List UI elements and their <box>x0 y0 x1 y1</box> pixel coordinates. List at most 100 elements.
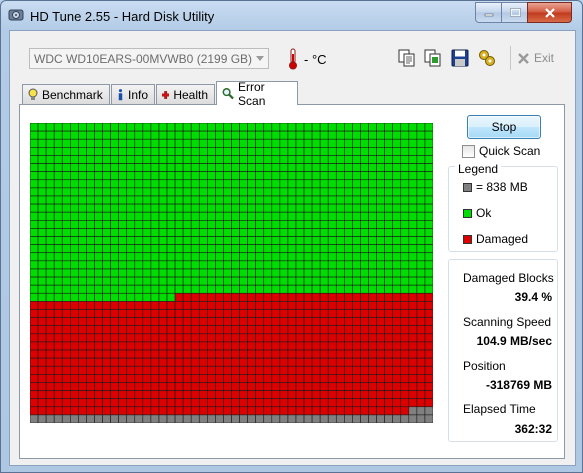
scan-block <box>424 220 433 229</box>
scan-block <box>207 163 216 172</box>
scan-block <box>142 244 152 254</box>
scan-block <box>174 365 184 375</box>
legend-label: = 838 MB <box>476 180 528 194</box>
scan-block <box>295 309 305 318</box>
scan-block <box>69 195 79 205</box>
scan-block <box>215 365 224 375</box>
scan-block <box>239 187 248 197</box>
health-cross-icon <box>162 90 170 99</box>
scan-block <box>215 301 224 310</box>
scan-block <box>327 252 337 262</box>
scan-block <box>287 374 297 383</box>
scan-block <box>392 309 402 318</box>
scan-block <box>86 317 95 326</box>
scan-block <box>78 260 87 270</box>
scan-block <box>126 357 136 367</box>
scan-block <box>110 171 119 181</box>
scan-block <box>134 211 144 221</box>
scan-block <box>255 228 265 237</box>
scanning-speed-value: 104.9 MB/sec <box>476 334 552 348</box>
quick-scan-checkbox[interactable]: Quick Scan <box>462 144 540 158</box>
scan-block <box>110 341 119 351</box>
scan-block <box>352 390 361 399</box>
scan-block <box>255 220 265 229</box>
minimize-button[interactable] <box>475 2 503 23</box>
scan-block <box>231 398 240 408</box>
scan-block <box>247 284 256 294</box>
tab-benchmark[interactable]: Benchmark <box>22 84 110 104</box>
scan-block <box>287 252 297 262</box>
scan-block <box>190 211 200 221</box>
scan-block <box>360 357 369 367</box>
scan-block <box>231 220 240 229</box>
scan-block <box>94 203 103 213</box>
scan-block <box>247 252 256 262</box>
scan-block <box>247 268 256 278</box>
scan-block <box>311 382 321 391</box>
save-icon[interactable] <box>451 49 469 67</box>
scan-block <box>110 284 119 294</box>
tab-health[interactable]: Health <box>156 84 215 104</box>
scan-block <box>198 390 208 399</box>
scan-block <box>360 398 369 408</box>
scan-block <box>158 252 168 262</box>
scan-block <box>94 220 103 229</box>
scan-block <box>247 341 256 351</box>
scan-block <box>190 333 200 343</box>
scan-block <box>295 260 305 270</box>
scan-block <box>287 138 297 148</box>
exit-button[interactable]: Exit <box>517 51 554 65</box>
scan-block <box>45 284 55 294</box>
close-button[interactable] <box>527 2 572 23</box>
scan-block <box>400 203 410 213</box>
scan-block <box>102 284 111 294</box>
scan-block <box>142 187 152 197</box>
scan-block <box>166 284 176 294</box>
copy-info-icon[interactable] <box>398 49 416 67</box>
copy-screenshot-icon[interactable] <box>424 49 442 67</box>
scan-block <box>384 349 394 359</box>
scan-block <box>134 414 144 423</box>
scan-block <box>94 244 103 254</box>
scan-block <box>392 220 402 229</box>
scan-block <box>150 228 160 237</box>
scan-block <box>368 349 377 359</box>
scan-block <box>37 252 47 262</box>
scan-block <box>368 398 377 408</box>
scan-block <box>344 414 353 423</box>
scan-block <box>327 276 337 286</box>
scan-block <box>182 414 192 423</box>
scan-block <box>392 398 402 408</box>
scan-block <box>61 163 71 172</box>
scan-block <box>352 203 361 213</box>
scan-block <box>231 244 240 254</box>
scan-block <box>126 341 136 351</box>
scan-block <box>86 357 95 367</box>
scan-block <box>287 292 297 302</box>
scan-block <box>311 333 321 343</box>
scan-block <box>198 195 208 205</box>
scan-block <box>190 309 200 318</box>
scan-block <box>271 333 281 343</box>
scan-block <box>134 155 144 164</box>
scan-block <box>247 325 256 335</box>
scan-block <box>424 179 433 189</box>
scan-block <box>102 309 111 318</box>
maximize-button[interactable] <box>501 2 529 23</box>
tab-error-scan[interactable]: Error Scan <box>216 80 298 108</box>
scan-block <box>126 349 136 359</box>
drive-select[interactable]: WDC WD10EARS-00MVWB0 (2199 GB) <box>29 48 269 69</box>
options-icon[interactable] <box>478 49 496 67</box>
checkbox-box[interactable] <box>462 144 475 158</box>
scan-block <box>400 276 410 286</box>
scan-block <box>126 252 136 262</box>
tab-info[interactable]: Info <box>111 84 155 104</box>
scan-block <box>134 228 144 237</box>
scan-block <box>344 155 353 164</box>
scan-block <box>376 382 385 391</box>
stop-button[interactable]: Stop <box>467 115 541 139</box>
scan-block <box>416 390 426 399</box>
scan-block <box>198 301 208 310</box>
scan-block <box>416 341 426 351</box>
scan-block <box>408 203 418 213</box>
